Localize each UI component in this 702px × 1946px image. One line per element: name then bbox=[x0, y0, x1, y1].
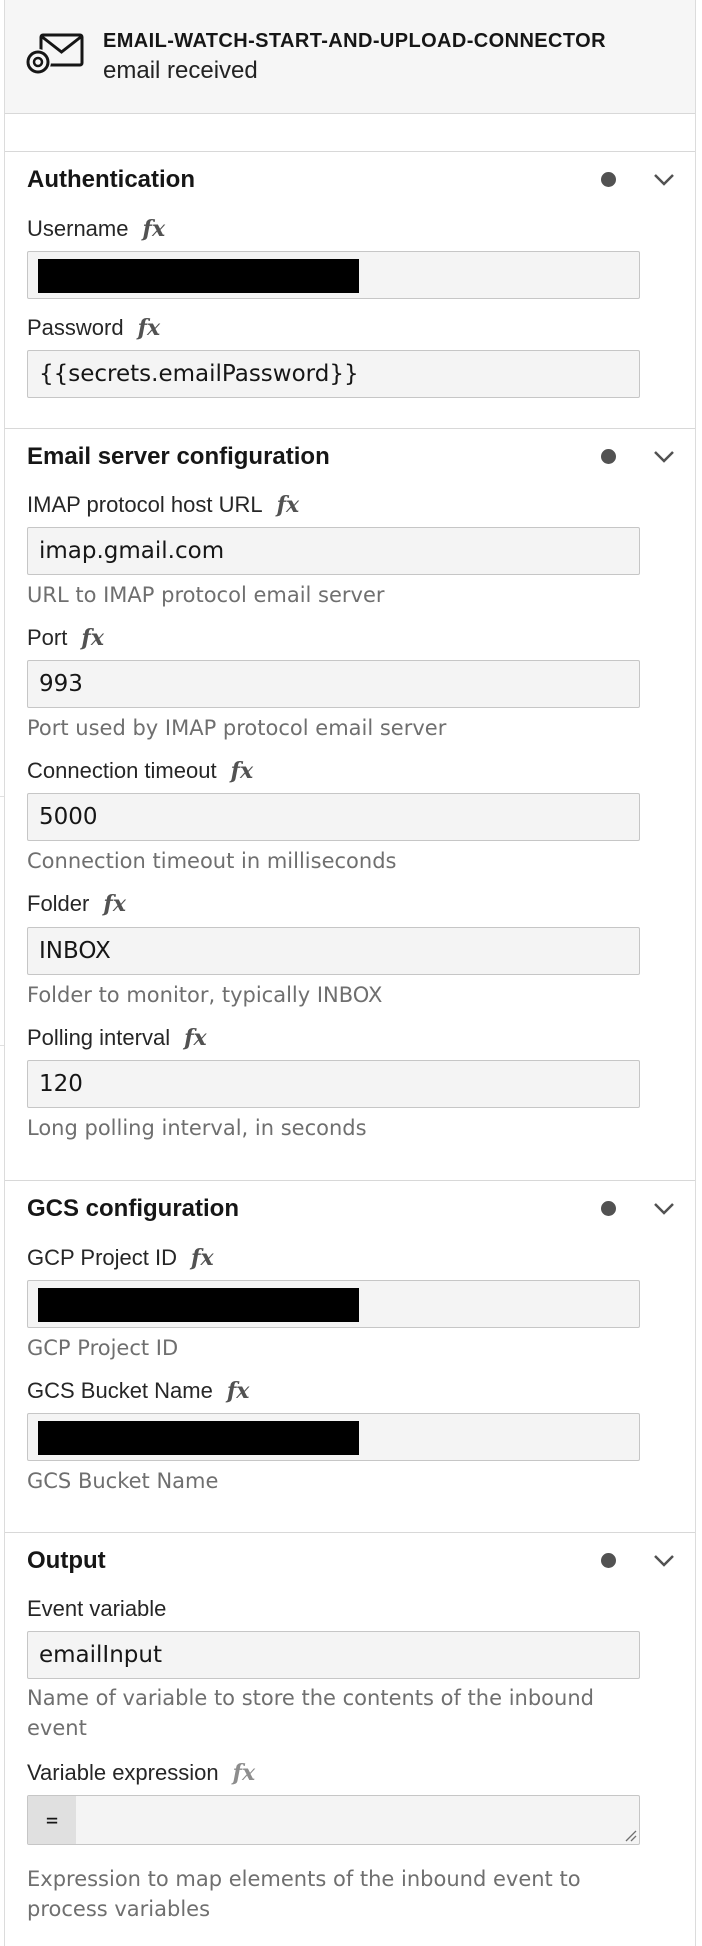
fx-icon[interactable]: fx bbox=[233, 1760, 256, 1786]
group-output: Output Event variable emailInput Name of… bbox=[5, 1533, 695, 1946]
properties-panel: EMAIL-WATCH-START-AND-UPLOAD-CONNECTOR e… bbox=[4, 0, 696, 1946]
timeout-label: Connection timeout fx bbox=[27, 758, 254, 784]
folder-help-text: Folder to monitor, typically INBOX bbox=[27, 983, 383, 1007]
timeout-help-text: Connection timeout in milliseconds bbox=[27, 849, 397, 873]
group-authentication: Authentication Username fx Password fx {{s… bbox=[5, 152, 695, 429]
fx-icon[interactable]: fx bbox=[142, 216, 165, 242]
panel-header: EMAIL-WATCH-START-AND-UPLOAD-CONNECTOR e… bbox=[5, 0, 695, 114]
data-marker-dot bbox=[601, 1553, 616, 1568]
event-variable-label: Event variable bbox=[27, 1596, 167, 1621]
group-header-authentication[interactable]: Authentication bbox=[27, 166, 195, 194]
project-id-label: GCP Project ID fx bbox=[27, 1245, 214, 1271]
chevron-down-icon[interactable] bbox=[653, 173, 675, 187]
data-marker-dot bbox=[601, 449, 616, 464]
username-label: Username fx bbox=[27, 216, 166, 242]
chevron-down-icon[interactable] bbox=[653, 1202, 675, 1216]
redacted-value bbox=[38, 1421, 359, 1455]
event-variable-help-text: Name of variable to store the contents o… bbox=[27, 1686, 594, 1740]
variable-expression-input[interactable]: = bbox=[27, 1795, 640, 1845]
port-input[interactable]: 993 bbox=[27, 660, 640, 708]
element-template-name: EMAIL-WATCH-START-AND-UPLOAD-CONNECTOR bbox=[103, 30, 606, 52]
group-email-server-configuration: Email server configuration IMAP protocol… bbox=[5, 429, 695, 1181]
port-label: Port fx bbox=[27, 625, 104, 651]
group-gcs-configuration: GCS configuration GCP Project ID fx GCP P… bbox=[5, 1181, 695, 1533]
fx-icon[interactable]: fx bbox=[277, 492, 300, 518]
redacted-value bbox=[38, 259, 359, 293]
fx-icon[interactable]: fx bbox=[231, 758, 254, 784]
host-help-text: URL to IMAP protocol email server bbox=[27, 583, 385, 607]
data-marker-dot bbox=[601, 1201, 616, 1216]
data-marker-dot bbox=[601, 172, 616, 187]
bucket-help-text: GCS Bucket Name bbox=[27, 1469, 219, 1493]
bucket-input[interactable] bbox=[27, 1413, 640, 1461]
timeout-input[interactable]: 5000 bbox=[27, 793, 640, 841]
folder-label: Folder fx bbox=[27, 891, 126, 917]
fx-icon[interactable]: fx bbox=[184, 1025, 207, 1051]
folder-input[interactable]: INBOX bbox=[27, 927, 640, 975]
username-input[interactable] bbox=[27, 251, 640, 299]
event-variable-input[interactable]: emailInput bbox=[27, 1631, 640, 1679]
chevron-down-icon[interactable] bbox=[653, 1554, 675, 1568]
variable-expression-label: Variable expression fx bbox=[27, 1760, 256, 1786]
fx-icon[interactable]: fx bbox=[138, 315, 161, 341]
chevron-down-icon[interactable] bbox=[653, 450, 675, 464]
feel-prefix: = bbox=[28, 1796, 76, 1844]
group-header-output[interactable]: Output bbox=[27, 1547, 106, 1575]
fx-icon[interactable]: fx bbox=[81, 625, 104, 651]
project-id-input[interactable] bbox=[27, 1280, 640, 1328]
host-label: IMAP protocol host URL fx bbox=[27, 492, 300, 518]
host-input[interactable]: imap.gmail.com bbox=[27, 527, 640, 575]
polling-input[interactable]: 120 bbox=[27, 1060, 640, 1108]
polling-label: Polling interval fx bbox=[27, 1025, 207, 1051]
element-name: email received bbox=[103, 57, 258, 84]
password-input[interactable]: {{secrets.emailPassword}} bbox=[27, 350, 640, 398]
project-id-help-text: GCP Project ID bbox=[27, 1336, 179, 1360]
variable-expression-help-text: Expression to map elements of the inboun… bbox=[27, 1867, 581, 1921]
resize-handle-icon[interactable] bbox=[623, 1828, 637, 1842]
fx-icon[interactable]: fx bbox=[227, 1378, 250, 1404]
group-header-email-server[interactable]: Email server configuration bbox=[27, 443, 330, 471]
collapsed-previous-group bbox=[5, 114, 695, 152]
group-header-gcs[interactable]: GCS configuration bbox=[27, 1195, 239, 1223]
password-label: Password fx bbox=[27, 315, 161, 341]
redacted-value bbox=[38, 1288, 359, 1322]
port-help-text: Port used by IMAP protocol email server bbox=[27, 716, 447, 740]
at-envelope-icon bbox=[25, 33, 84, 75]
polling-help-text: Long polling interval, in seconds bbox=[27, 1116, 367, 1140]
fx-icon[interactable]: fx bbox=[191, 1245, 214, 1271]
fx-icon[interactable]: fx bbox=[103, 891, 126, 917]
bucket-label: GCS Bucket Name fx bbox=[27, 1378, 250, 1404]
